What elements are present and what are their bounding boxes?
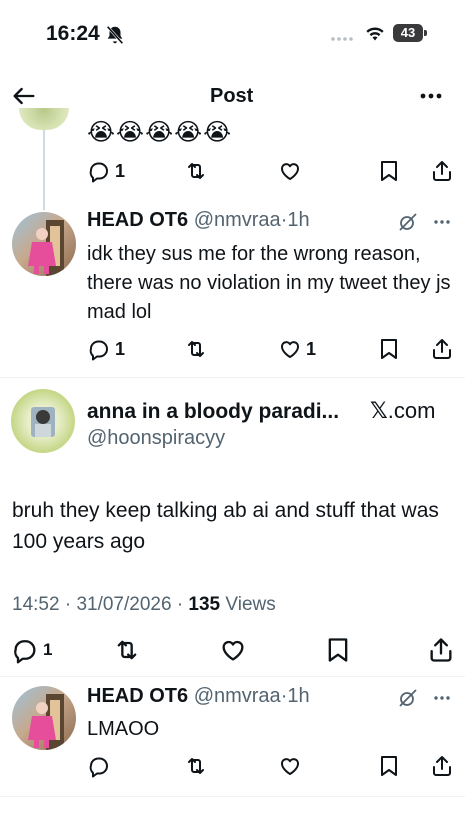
author-handle[interactable]: @nmvraa: [194, 685, 281, 707]
more-button[interactable]: [418, 86, 444, 106]
retweet-icon: [188, 341, 204, 357]
signal-icon: [331, 36, 355, 42]
like-button[interactable]: [219, 636, 247, 664]
bookmark-button[interactable]: [378, 337, 400, 361]
reply-icon: [14, 640, 36, 664]
source-link[interactable]: 𝕏.com: [370, 398, 435, 424]
grok-button[interactable]: [398, 212, 418, 232]
author-handle[interactable]: @nmvraa: [194, 209, 281, 231]
share-button[interactable]: [430, 337, 454, 361]
reply-icon: [89, 340, 108, 361]
reply-emojis: 😭😭😭😭😭: [87, 119, 233, 146]
grok-icon: [399, 213, 417, 231]
source-suffix: .com: [387, 398, 436, 423]
post-time[interactable]: 14:52: [12, 594, 60, 615]
share-button[interactable]: [430, 754, 454, 778]
more-icon: [434, 220, 450, 224]
status-time: 16:24: [46, 22, 100, 45]
retweet-button[interactable]: [184, 754, 208, 778]
reply-header: HEAD OT6 @nmvraa·1h: [87, 209, 310, 232]
battery-level: 43: [400, 25, 416, 40]
views-label[interactable]: Views: [225, 594, 275, 615]
like-icon: [222, 640, 244, 661]
thread-line: [43, 128, 45, 210]
post-time[interactable]: 1h: [287, 685, 309, 707]
bookmark-icon: [381, 161, 397, 181]
bookmark-button[interactable]: [378, 754, 400, 778]
post-date[interactable]: 31/07/2026: [76, 594, 171, 615]
x-logo-icon: 𝕏: [370, 399, 388, 424]
divider: [0, 377, 465, 378]
post-text: bruh they keep talking ab ai and stuff t…: [12, 499, 439, 553]
bookmark-icon: [381, 756, 397, 776]
more-button[interactable]: [432, 212, 452, 232]
retweet-icon: [188, 758, 204, 774]
reply-icon: [89, 162, 108, 183]
retweet-button[interactable]: [184, 159, 208, 183]
like-count: 1: [306, 338, 317, 359]
views-count[interactable]: 135: [188, 594, 220, 615]
share-icon: [433, 161, 451, 181]
like-icon: [281, 163, 299, 180]
reply-button[interactable]: 1: [87, 159, 125, 183]
bookmark-icon: [381, 339, 397, 359]
avatar[interactable]: [11, 389, 75, 453]
more-button[interactable]: [432, 688, 452, 708]
like-button[interactable]: [278, 159, 302, 183]
post-text: LMAOO: [87, 718, 160, 740]
more-icon: [434, 696, 450, 700]
retweet-button[interactable]: [113, 636, 141, 664]
reply-count: 1: [115, 160, 126, 181]
share-icon: [433, 339, 451, 359]
retweet-icon: [188, 163, 204, 179]
author-name[interactable]: HEAD OT6: [87, 685, 188, 707]
author-handle[interactable]: @hoonspiracyy: [87, 427, 225, 450]
like-button[interactable]: 1: [278, 337, 316, 361]
divider: [0, 676, 465, 677]
post-time[interactable]: 1h: [287, 209, 309, 231]
share-icon: [433, 756, 451, 776]
more-icon: [420, 93, 442, 99]
separator-dot: ·: [176, 594, 184, 615]
wifi-icon: [364, 24, 386, 42]
page-title: Post: [210, 85, 254, 107]
author-name[interactable]: anna in a bloody paradi...: [87, 400, 339, 424]
back-arrow-icon: [13, 87, 35, 105]
grok-button[interactable]: [398, 688, 418, 708]
share-button[interactable]: [427, 636, 455, 664]
avatar[interactable]: [12, 212, 76, 276]
reply-button[interactable]: 1: [11, 636, 52, 664]
share-button[interactable]: [430, 159, 454, 183]
reply-icon: [89, 757, 108, 778]
divider: [0, 796, 465, 797]
separator-dot: ·: [64, 594, 72, 615]
battery-icon: 43: [393, 24, 427, 42]
avatar[interactable]: [19, 108, 69, 130]
like-button[interactable]: [278, 754, 302, 778]
author-name[interactable]: HEAD OT6: [87, 209, 188, 231]
grok-icon: [399, 689, 417, 707]
bookmark-button[interactable]: [325, 636, 351, 664]
avatar[interactable]: [12, 686, 76, 750]
reply-header: HEAD OT6 @nmvraa·1h: [87, 685, 310, 708]
reply-button[interactable]: [87, 754, 111, 778]
reply-count: 1: [43, 640, 53, 659]
back-button[interactable]: [10, 82, 38, 110]
reply-count: 1: [115, 338, 126, 359]
post-meta: 14:52 · 31/07/2026 · 135 Views: [12, 594, 276, 616]
bookmark-icon: [328, 638, 348, 662]
retweet-icon: [117, 640, 137, 660]
bookmark-button[interactable]: [378, 159, 400, 183]
like-icon: [281, 341, 299, 358]
bell-slash-icon: [104, 24, 126, 46]
reply-button[interactable]: 1: [87, 337, 125, 361]
retweet-button[interactable]: [184, 337, 208, 361]
like-icon: [281, 758, 299, 775]
share-icon: [430, 638, 452, 662]
post-text: idk they sus me for the wrong reason, th…: [87, 243, 451, 323]
